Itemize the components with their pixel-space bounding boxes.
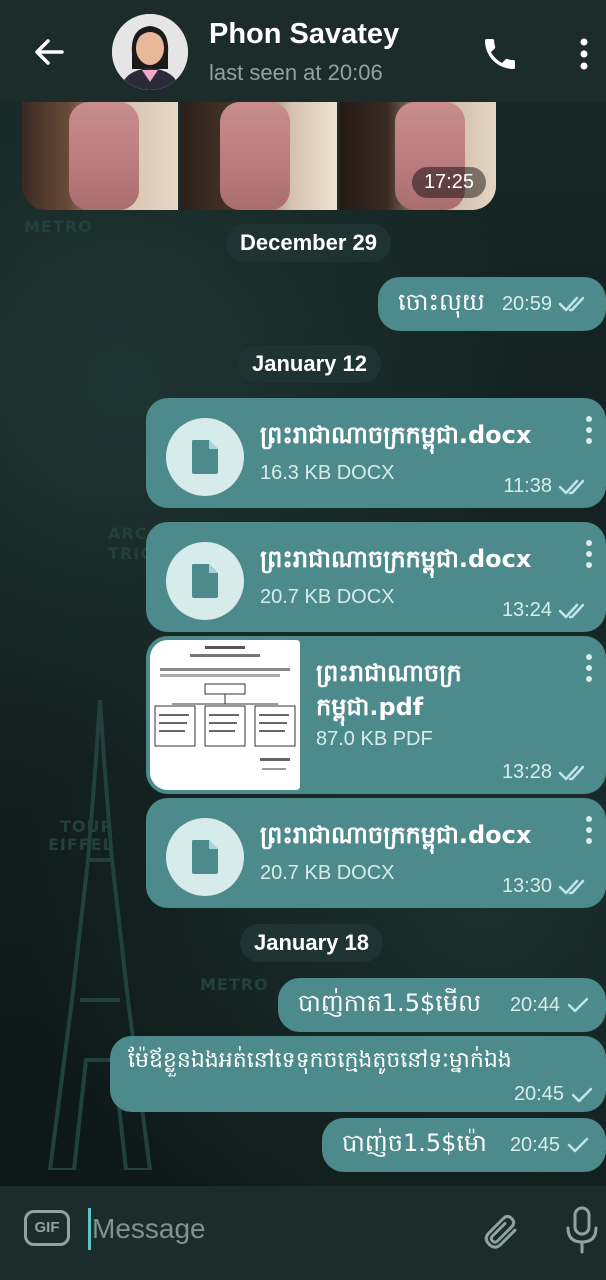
pdf-thumbnail[interactable] xyxy=(150,640,300,790)
message-time: 13:24 xyxy=(501,599,552,621)
message-text: ម៉ែឪខ្លួនឯងអត់នៅទេទុកចក្មេងតូចនៅទៈម្នាក់… xyxy=(128,1048,512,1073)
file-size: 20.7 KB DOCX xyxy=(260,586,395,608)
file-menu-button[interactable] xyxy=(584,816,594,846)
paperclip-icon xyxy=(484,1214,517,1249)
message-input[interactable] xyxy=(92,1206,452,1252)
date-separator: December 29 xyxy=(226,224,391,262)
document-icon xyxy=(192,564,218,598)
check-icon xyxy=(571,1087,593,1102)
message-time: 20:45 xyxy=(513,1083,564,1105)
file-size: 20.7 KB DOCX xyxy=(260,862,395,884)
download-button[interactable] xyxy=(166,818,244,896)
file-menu-button[interactable] xyxy=(584,540,594,570)
download-button[interactable] xyxy=(166,418,244,496)
message-time: 17:25 xyxy=(411,167,486,198)
avatar[interactable] xyxy=(112,14,188,90)
file-message[interactable]: ព្រះរាជាណាចក្រកម្ពុជា.docx 16.3 KB DOCX … xyxy=(146,398,606,508)
outgoing-message[interactable]: ម៉ែឪខ្លួនឯងអត់នៅទេទុកចក្មេងតូចនៅទៈម្នាក់… xyxy=(110,1036,606,1112)
text-caret xyxy=(88,1208,91,1250)
chat-header: Phon Savatey last seen at 20:06 xyxy=(0,0,606,102)
check-icon xyxy=(567,997,589,1013)
file-menu-button[interactable] xyxy=(584,416,594,446)
date-separator: January 12 xyxy=(238,345,381,383)
message-time: 20:59 xyxy=(501,292,552,315)
back-button[interactable] xyxy=(28,30,72,74)
more-vertical-icon xyxy=(580,38,588,70)
message-input-bar: GIF xyxy=(0,1186,606,1280)
arrow-left-icon xyxy=(35,39,64,65)
pdf-preview-image xyxy=(150,640,300,790)
more-options-button[interactable] xyxy=(572,34,596,74)
message-text: បាញ់ច1.5$ម៉ោ xyxy=(342,1128,487,1157)
document-icon xyxy=(192,840,218,874)
voice-message-button[interactable] xyxy=(564,1206,600,1254)
file-name: កម្ពុជា.pdf xyxy=(316,693,424,721)
message-time: 13:28 xyxy=(501,761,552,783)
phone-icon xyxy=(485,39,515,69)
date-separator: January 18 xyxy=(240,924,383,962)
file-size: 16.3 KB DOCX xyxy=(260,462,395,484)
photo-thumbnail[interactable] xyxy=(22,102,178,210)
file-menu-button[interactable] xyxy=(584,654,594,684)
call-button[interactable] xyxy=(480,34,520,74)
microphone-icon xyxy=(566,1206,598,1254)
document-icon xyxy=(192,440,218,474)
outgoing-message[interactable]: ចោះលុយ 20:59 xyxy=(378,277,606,331)
file-name: ព្រះរាជាណាចក្រកម្ពុជា.docx xyxy=(260,545,532,573)
check-icon xyxy=(567,1137,589,1153)
message-text: ចោះលុយ xyxy=(398,287,485,316)
file-name: ព្រះរាជាណាចក្រ xyxy=(316,659,462,687)
file-name: ព្រះរាជាណាចក្រកម្ពុជា.docx xyxy=(260,821,532,849)
attach-button[interactable] xyxy=(480,1210,520,1252)
double-check-icon xyxy=(558,603,585,618)
contact-name[interactable]: Phon Savatey xyxy=(209,18,399,51)
message-text: បាញ់កាត1.5$មើល xyxy=(298,988,481,1017)
double-check-icon xyxy=(558,479,585,494)
photo-thumbnail[interactable] xyxy=(181,102,337,210)
message-time: 11:38 xyxy=(503,475,552,497)
double-check-icon xyxy=(558,879,585,894)
outgoing-message[interactable]: បាញ់ច1.5$ម៉ោ 20:45 xyxy=(322,1118,606,1172)
photo-album-message[interactable]: 17:25 xyxy=(22,102,496,210)
avatar-image xyxy=(112,14,188,90)
message-time: 20:44 xyxy=(509,993,560,1016)
file-size: 87.0 KB PDF xyxy=(316,728,433,750)
file-message[interactable]: ព្រះរាជាណាចក្រកម្ពុជា.docx 20.7 KB DOCX … xyxy=(146,522,606,632)
wallpaper-text: METRO xyxy=(24,217,93,236)
gif-button[interactable]: GIF xyxy=(24,1210,70,1246)
file-message[interactable]: ព្រះរាជាណាចក្រកម្ពុជា.docx 20.7 KB DOCX … xyxy=(146,798,606,908)
download-button[interactable] xyxy=(166,542,244,620)
file-name: ព្រះរាជាណាចក្រកម្ពុជា.docx xyxy=(260,421,532,449)
wallpaper-text: METRO xyxy=(200,975,269,994)
message-time: 13:30 xyxy=(501,875,552,897)
last-seen-status: last seen at 20:06 xyxy=(209,60,383,85)
double-check-icon xyxy=(558,296,585,312)
message-time: 20:45 xyxy=(509,1133,560,1156)
double-check-icon xyxy=(558,765,585,780)
outgoing-message[interactable]: បាញ់កាត1.5$មើល 20:44 xyxy=(278,978,606,1032)
pdf-file-message[interactable]: ព្រះរាជាណាចក្រ កម្ពុជា.pdf 87.0 KB PDF 1… xyxy=(146,636,606,794)
